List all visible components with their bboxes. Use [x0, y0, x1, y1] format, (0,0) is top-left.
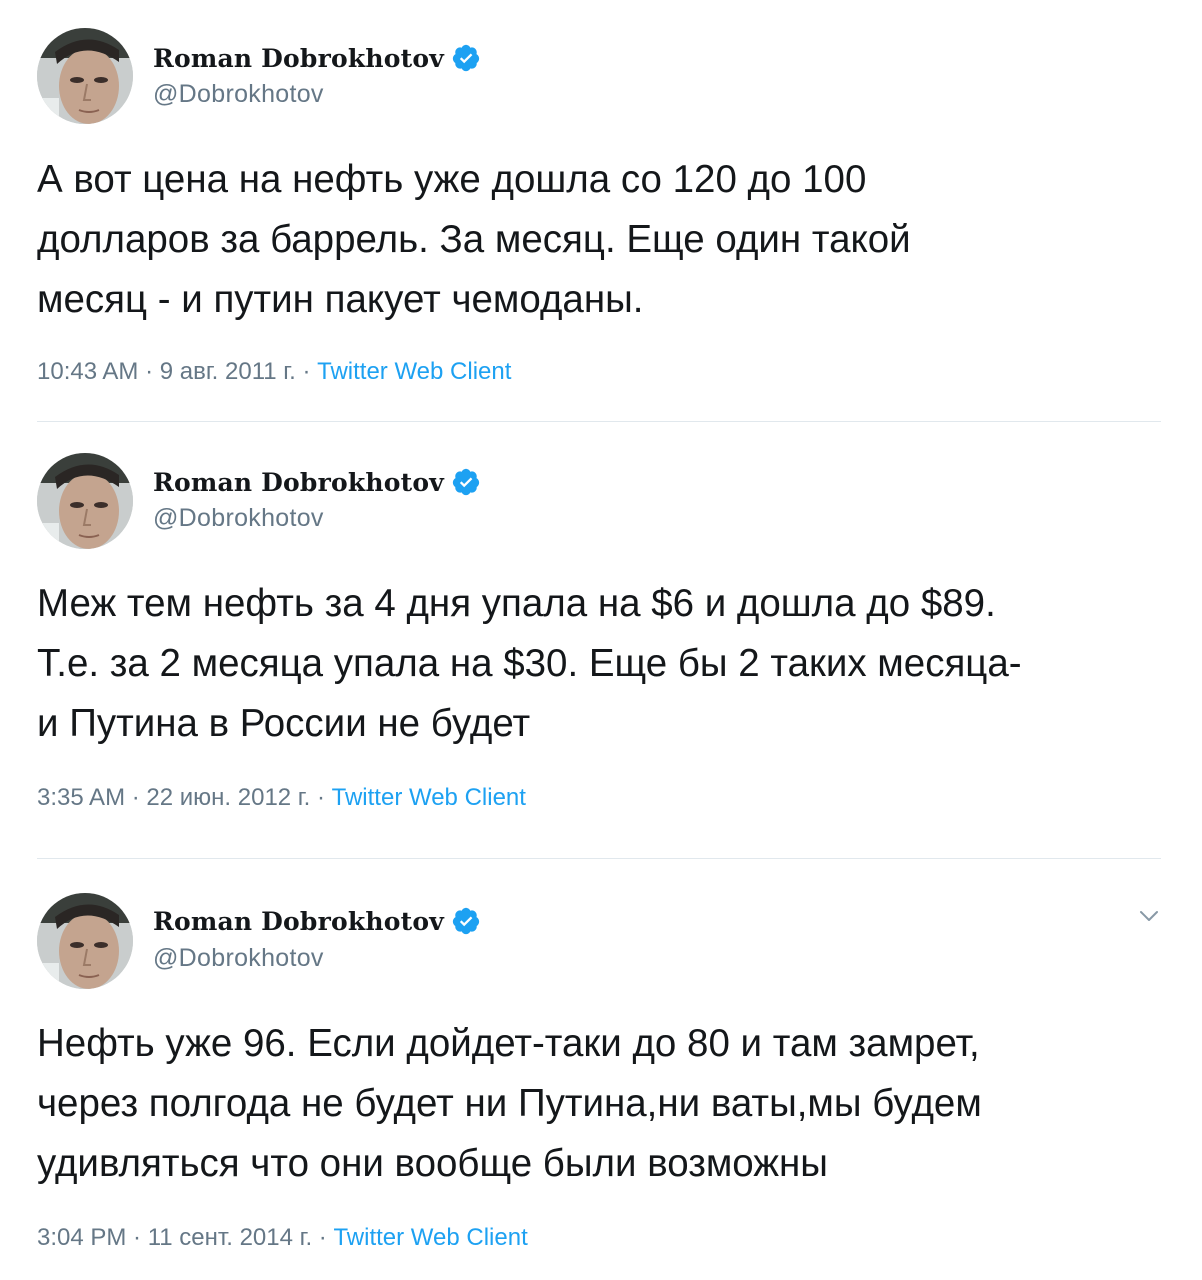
author-row[interactable]: Roman Dobrokhotov [153, 901, 481, 941]
tweet-meta: 3:04 PM · 11 сент. 2014 г. · Twitter Web… [37, 1224, 528, 1252]
tweet-client-link[interactable]: Twitter Web Client [333, 1224, 527, 1252]
meta-separator: · [126, 1224, 148, 1251]
author-handle[interactable]: @Dobrokhotov [153, 944, 324, 973]
tweet-time[interactable]: 3:04 PM [37, 1224, 126, 1252]
author-name[interactable]: Roman Dobrokhotov [153, 907, 444, 936]
meta-separator: · [312, 1224, 334, 1251]
tweet: Roman Dobrokhotov @Dobrokhotov Нефть уже… [0, 0, 1202, 1280]
avatar-photo [37, 893, 133, 989]
verified-badge-icon [451, 906, 481, 936]
avatar[interactable] [37, 893, 133, 989]
tweet-date[interactable]: 11 сент. 2014 г. [148, 1224, 312, 1252]
chevron-down-icon[interactable] [1136, 903, 1162, 929]
tweet-text: Нефть уже 96. Если дойдет-таки до 80 и т… [37, 1022, 982, 1185]
